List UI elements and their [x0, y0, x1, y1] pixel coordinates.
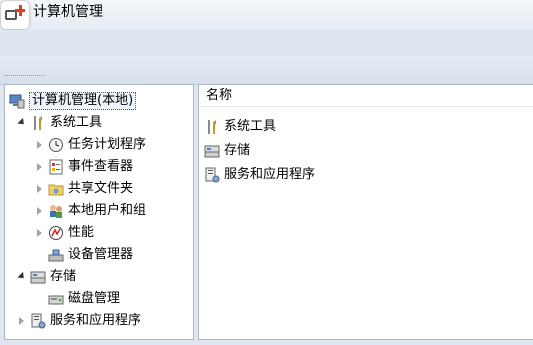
tree-item-device-manager[interactable]: 设备管理器 [48, 244, 133, 265]
tree-label: 磁盘管理 [68, 290, 121, 306]
shared-folder-icon [48, 181, 64, 197]
tree-item-system-tools[interactable]: 系统工具 [17, 112, 102, 133]
tree-item-disk-management[interactable]: 磁盘管理 [48, 288, 120, 309]
tree-label: 服务和应用程序 [50, 312, 142, 328]
storage-icon [30, 269, 46, 285]
users-icon [48, 203, 64, 219]
tree-item-event-viewer[interactable]: 事件查看器 [35, 156, 133, 177]
performance-icon [48, 225, 64, 241]
tree-label: 事件查看器 [68, 158, 134, 174]
services-icon [30, 313, 46, 329]
expand-arrow-icon[interactable] [35, 162, 45, 172]
tree-item-performance[interactable]: 性能 [35, 222, 94, 243]
tools-icon [30, 115, 46, 131]
console-tree: 计算机管理(本地) 系统工具 任务计划程序 事件查看器 共享文件夹 本地用户和组… [4, 84, 194, 340]
expand-arrow-icon[interactable] [17, 316, 27, 326]
list-item-label: 系统工具 [224, 118, 277, 134]
tree-item-storage[interactable]: 存储 [17, 266, 76, 287]
disk-icon [48, 291, 64, 307]
device-manager-icon [48, 247, 64, 263]
computer-management-node-icon [9, 93, 25, 109]
tools-icon [204, 119, 220, 135]
expand-arrow-icon[interactable] [35, 140, 45, 150]
tree-label: 任务计划程序 [68, 136, 147, 152]
tree-item-services-apps[interactable]: 服务和应用程序 [17, 310, 141, 331]
list-item[interactable]: 服务和应用程序 [204, 164, 315, 185]
collapse-arrow-icon[interactable] [17, 118, 27, 128]
list-item-label: 服务和应用程序 [224, 166, 316, 182]
expand-arrow-icon[interactable] [35, 206, 45, 216]
tree-label: 设备管理器 [68, 246, 134, 262]
clock-icon [48, 137, 64, 153]
expand-arrow-icon[interactable] [35, 184, 45, 194]
collapse-arrow-icon[interactable] [17, 272, 27, 282]
tree-label: 系统工具 [50, 114, 103, 130]
computer-management-icon[interactable] [1, 1, 29, 29]
window-title: 计算机管理 [33, 4, 103, 20]
services-icon [204, 167, 220, 183]
tree-label: 计算机管理(本地) [29, 91, 137, 110]
storage-icon [204, 143, 220, 159]
tree-item-local-users-groups[interactable]: 本地用户和组 [35, 200, 146, 221]
expand-arrow-icon[interactable] [35, 228, 45, 238]
tree-item-task-scheduler[interactable]: 任务计划程序 [35, 134, 146, 155]
list-item-label: 存储 [224, 142, 251, 158]
column-header-label: 名称 [206, 88, 233, 103]
tree-label: 性能 [68, 224, 95, 240]
tree-item-shared-folders[interactable]: 共享文件夹 [35, 178, 133, 199]
title-bar: 计算机管理 [0, 0, 533, 30]
column-header-name[interactable]: 名称 [199, 85, 533, 107]
tree-label: 共享文件夹 [68, 180, 134, 196]
toolbar [0, 56, 533, 85]
tree-label: 存储 [50, 268, 77, 284]
event-log-icon [48, 159, 64, 175]
menu-bar [0, 30, 533, 56]
results-pane: 名称 系统工具 存储 服务和应用程序 [198, 84, 533, 340]
tree-item-computer-management[interactable]: 计算机管理(本地) [9, 90, 137, 111]
tree-label: 本地用户和组 [68, 202, 147, 218]
list-item[interactable]: 存储 [204, 140, 250, 161]
list-item[interactable]: 系统工具 [204, 116, 276, 137]
